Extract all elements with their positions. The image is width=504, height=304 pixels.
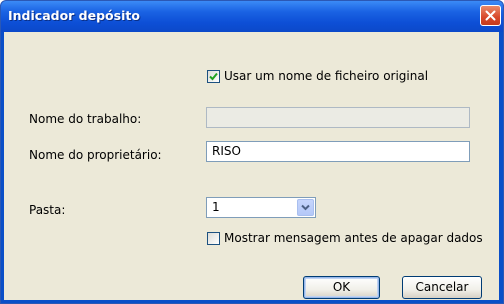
close-icon <box>485 10 496 21</box>
folder-select[interactable]: 1 <box>206 197 316 218</box>
checkmark-icon <box>209 72 218 81</box>
folder-select-value: 1 <box>212 200 220 214</box>
chevron-down-icon <box>301 204 310 211</box>
confirm-delete-label[interactable]: Mostrar mensagem antes de apagar dados <box>224 231 483 245</box>
close-button[interactable] <box>480 5 501 26</box>
use-original-filename-label[interactable]: Usar um nome de ficheiro original <box>224 69 428 83</box>
ok-button[interactable]: OK <box>303 276 380 299</box>
dialog-body: Usar um nome de ficheiro original Nome d… <box>4 32 499 300</box>
cancel-button[interactable]: Cancelar <box>402 276 482 299</box>
owner-name-label: Nome do proprietário: <box>29 148 162 162</box>
owner-name-field[interactable]: RISO <box>206 141 470 162</box>
folder-label: Pasta: <box>29 203 66 217</box>
dialog-window: Indicador depósito Usar um nome de fiche… <box>0 0 504 304</box>
title-bar[interactable]: Indicador depósito <box>1 1 503 32</box>
confirm-delete-checkbox[interactable] <box>207 232 220 245</box>
dropdown-button[interactable] <box>297 199 314 216</box>
job-name-field[interactable] <box>206 107 470 128</box>
window-title: Indicador depósito <box>8 8 140 23</box>
use-original-filename-checkbox[interactable] <box>207 70 220 83</box>
job-name-label: Nome do trabalho: <box>29 112 142 126</box>
